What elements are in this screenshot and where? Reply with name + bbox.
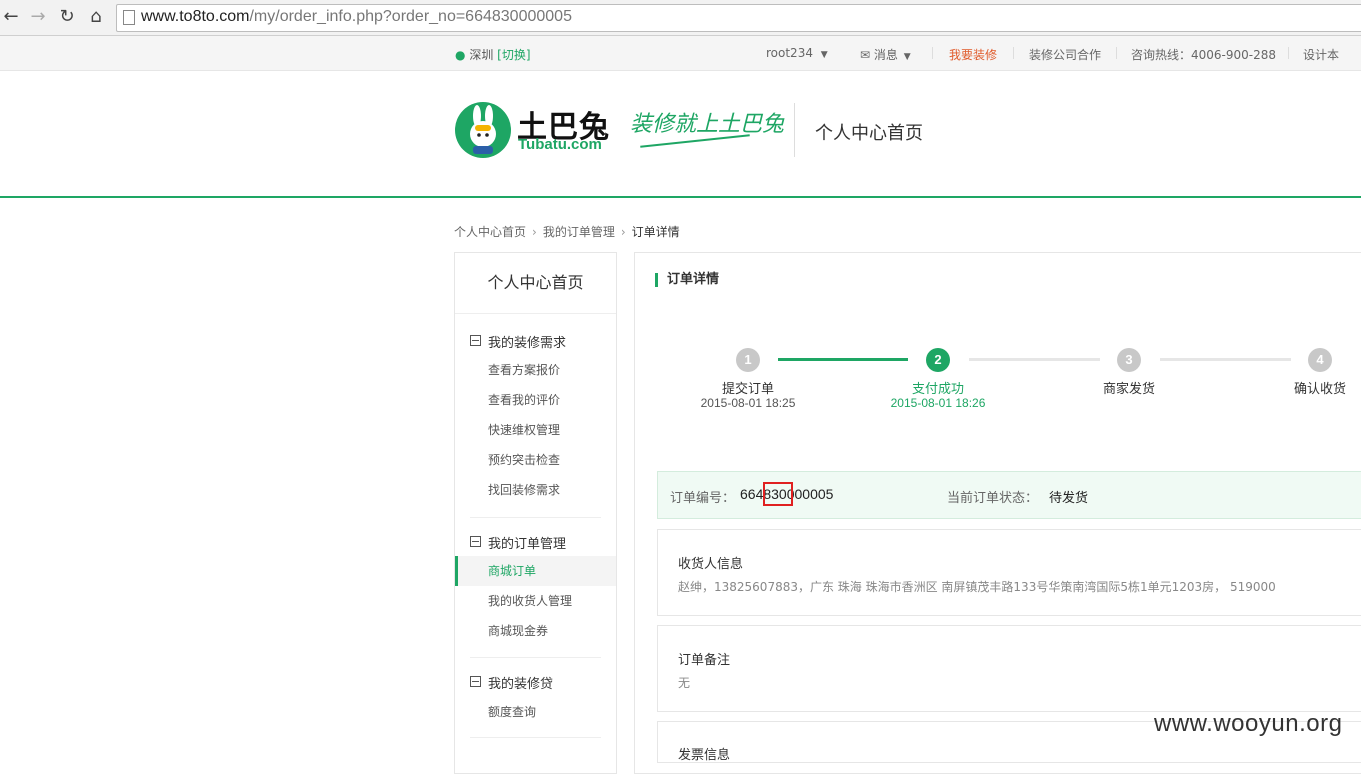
back-icon[interactable]: ← [0, 6, 22, 28]
design-link[interactable]: 设计本 [1303, 46, 1339, 63]
message-label: 消息 [873, 48, 898, 62]
sidebar-item-quotes[interactable]: 查看方案报价 [455, 355, 616, 385]
header-green-line [0, 196, 1361, 198]
logo-domain[interactable]: Tubatu.com [518, 136, 602, 153]
sidebar-item-receivers[interactable]: 我的收货人管理 [455, 586, 616, 616]
sidebar-section-orders[interactable]: 我的订单管理 [470, 533, 566, 552]
sidebar-item-credit[interactable]: 额度查询 [455, 697, 616, 727]
remark-text: 无 [678, 676, 691, 690]
home-icon[interactable]: ⌂ [85, 6, 107, 28]
red-highlight-box [763, 482, 793, 506]
forward-icon[interactable]: → [27, 6, 49, 28]
sidebar-item-rights[interactable]: 快速维权管理 [455, 415, 616, 445]
collapse-icon [470, 335, 481, 346]
sidebar-item-recover[interactable]: 找回装修需求 [455, 475, 616, 505]
step-connector [969, 358, 1100, 361]
divider [1116, 47, 1117, 59]
city-switch-link[interactable]: [切换] [497, 48, 530, 62]
step-connector [1160, 358, 1291, 361]
receiver-panel: 收货人信息 赵绅，13825607883，广东 珠海 珠海市香洲区 南屏镇茂丰路… [657, 529, 1361, 616]
step-number: 4 [1308, 348, 1332, 372]
caret-down-icon: ▼ [903, 52, 911, 62]
sidebar-title[interactable]: 个人中心首页 [455, 253, 616, 314]
status-value: 待发货 [1049, 491, 1089, 506]
step-connector [778, 358, 908, 361]
url-text[interactable]: www.to8to.com/my/order_info.php?order_no… [141, 8, 572, 26]
breadcrumb-orders[interactable]: 我的订单管理 [543, 225, 615, 239]
step-label: 商家发货 [1102, 382, 1155, 397]
location-pin-icon: ● [455, 48, 466, 62]
sidebar-section-decoration[interactable]: 我的装修需求 [470, 332, 566, 351]
divider [1013, 47, 1014, 59]
city-name: 深圳 [469, 48, 494, 62]
receiver-text: 赵绅，13825607883，广东 珠海 珠海市香洲区 南屏镇茂丰路133号华策… [678, 580, 1276, 594]
sidebar-section-loan[interactable]: 我的装修贷 [470, 673, 553, 692]
status-label: 当前订单状态： [947, 491, 1039, 506]
sidebar-divider [470, 517, 601, 518]
page-icon [123, 10, 135, 25]
breadcrumb-current: 订单详情 [631, 225, 680, 239]
step-label: 确认收货 [1293, 382, 1346, 397]
sidebar-divider [470, 737, 601, 738]
collapse-icon [470, 536, 481, 547]
site-top-bar: ● 深圳 [切换] root234 ▼ ✉ 消息 ▼ 我要装修 装修公司合作 咨… [0, 36, 1361, 71]
sidebar: 个人中心首页 我的装修需求 查看方案报价 查看我的评价 快速维权管理 预约突击检… [454, 252, 617, 774]
caret-down-icon: ▼ [820, 50, 828, 60]
rabbit-logo-icon[interactable] [455, 102, 511, 158]
slogan: 装修就上土巴兔 [630, 112, 785, 137]
section-label: 我的装修贷 [488, 677, 554, 692]
sidebar-item-reviews[interactable]: 查看我的评价 [455, 385, 616, 415]
header-divider [794, 103, 795, 157]
sidebar-item-inspection[interactable]: 预约突击检查 [455, 445, 616, 475]
city-selector[interactable]: ● 深圳 [切换] [455, 46, 531, 63]
mail-icon: ✉ [860, 48, 871, 62]
step-label: 支付成功 [911, 382, 964, 397]
header-title: 个人中心首页 [815, 123, 923, 144]
user-menu[interactable]: root234 ▼ [766, 46, 828, 60]
url-host: www.to8to.com [141, 8, 250, 25]
decorate-link[interactable]: 我要装修 [949, 46, 997, 63]
section-label: 我的装修需求 [488, 336, 567, 351]
panel-title: 订单详情 [655, 273, 719, 287]
step-number: 2 [926, 348, 950, 372]
divider [1288, 47, 1289, 59]
address-bar[interactable]: www.to8to.com/my/order_info.php?order_no… [116, 4, 1361, 32]
collapse-icon [470, 676, 481, 687]
chevron-right-icon: › [532, 225, 537, 239]
divider [932, 47, 933, 59]
breadcrumb-home[interactable]: 个人中心首页 [454, 225, 526, 239]
sidebar-item-mall-orders[interactable]: 商城订单 [455, 556, 616, 586]
section-label: 我的订单管理 [488, 537, 567, 552]
watermark: www.wooyun.org [1154, 710, 1343, 737]
username: root234 [766, 46, 813, 60]
remark-title: 订单备注 [678, 653, 731, 668]
chevron-right-icon: › [620, 225, 626, 239]
reload-icon[interactable]: ↻ [56, 6, 78, 28]
step-time: 2015-08-01 18:25 [700, 396, 796, 410]
sidebar-divider [470, 657, 601, 658]
url-path: /my/order_info.php?order_no=664830000005 [249, 8, 572, 25]
partner-link[interactable]: 装修公司合作 [1029, 46, 1101, 63]
step-number: 1 [736, 348, 760, 372]
step-number: 3 [1117, 348, 1141, 372]
breadcrumb: 个人中心首页 › 我的订单管理 › 订单详情 [454, 223, 680, 240]
browser-toolbar: ← → ↻ ⌂ www.to8to.com/my/order_info.php?… [0, 0, 1361, 36]
step-time: 2015-08-01 18:26 [890, 396, 986, 410]
remark-panel: 订单备注 无 [657, 625, 1361, 712]
order-no-label: 订单编号： [670, 491, 736, 506]
hotline-text: 咨询热线：4006-900-288 [1131, 48, 1277, 62]
sidebar-item-coupons[interactable]: 商城现金券 [455, 616, 616, 646]
step-label: 提交订单 [721, 382, 774, 397]
message-menu[interactable]: ✉ 消息 ▼ [860, 46, 911, 63]
receiver-title: 收货人信息 [678, 557, 744, 572]
